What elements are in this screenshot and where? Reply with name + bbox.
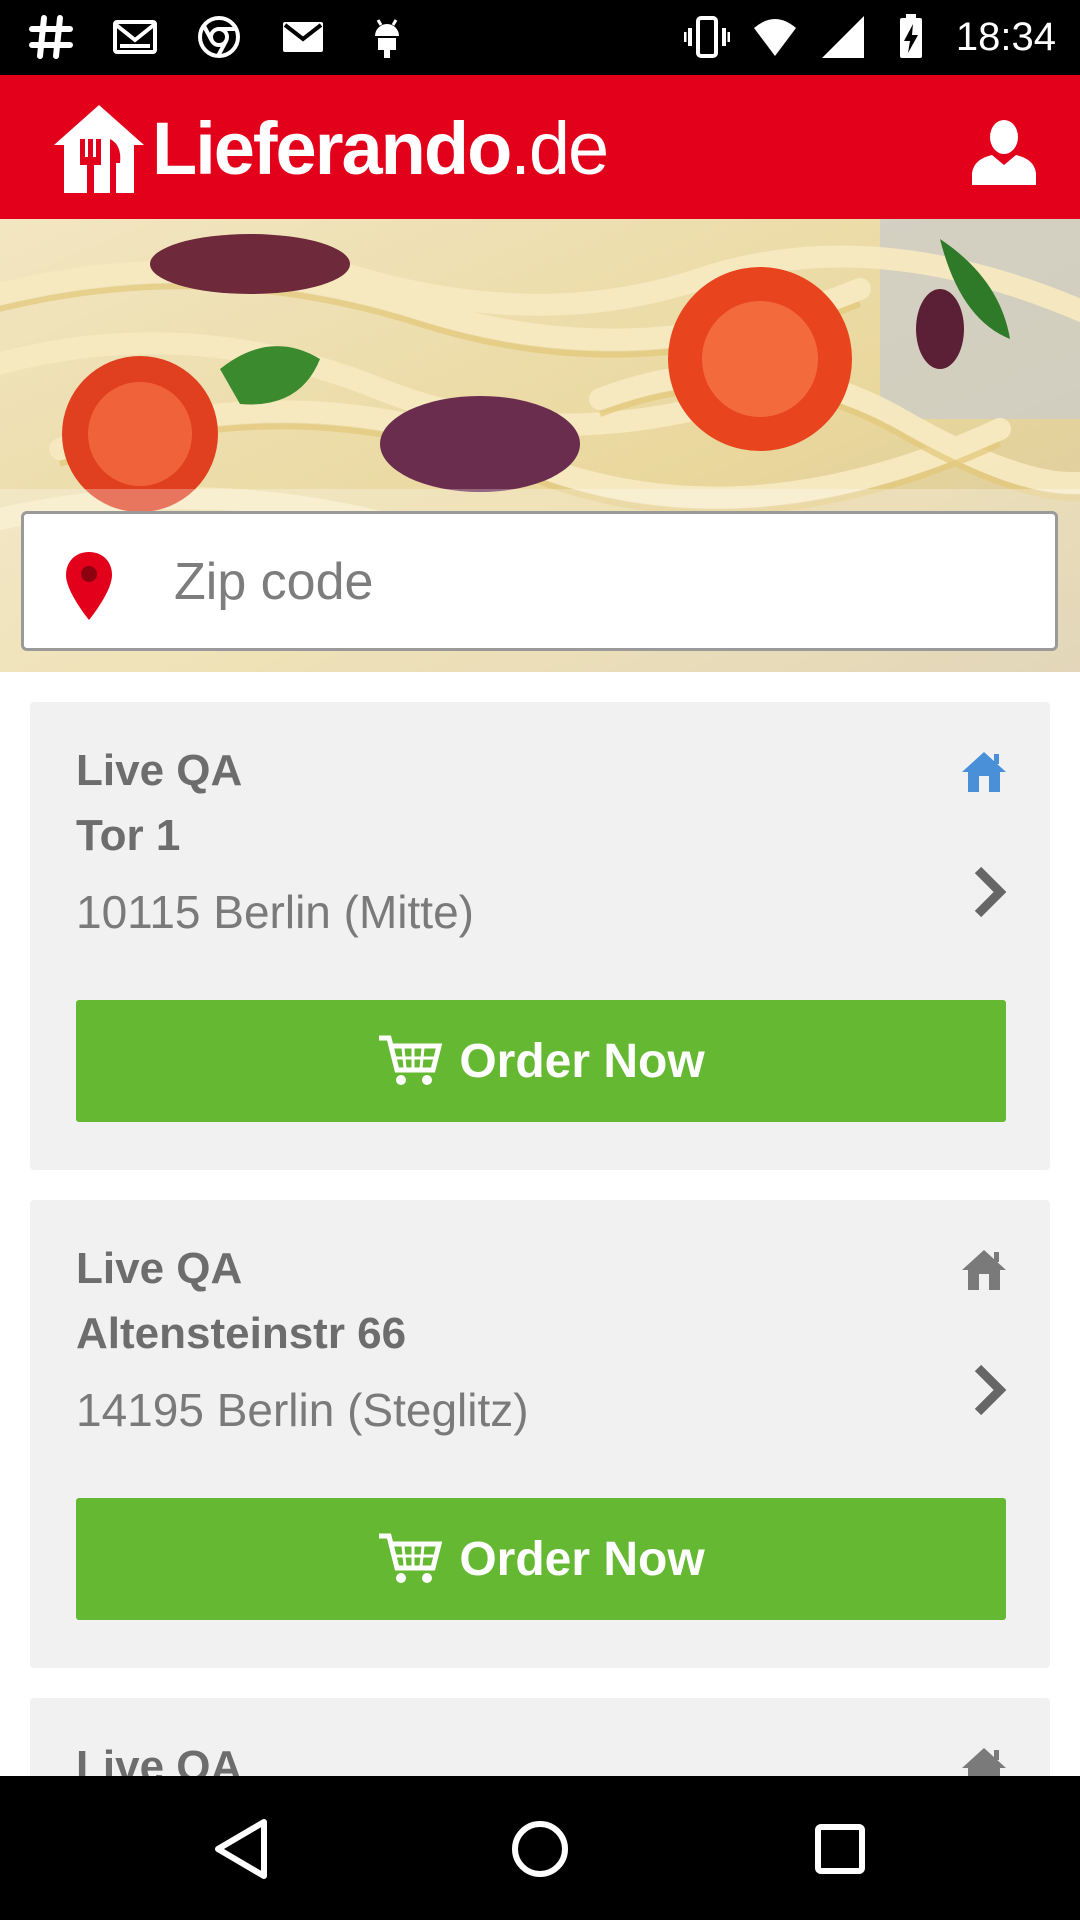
shopping-cart-icon — [379, 1533, 443, 1583]
lieferando-logo[interactable]: Lieferando.de — [50, 101, 609, 197]
system-icons: 18:34 — [683, 12, 1056, 62]
zip-code-search[interactable] — [21, 511, 1058, 651]
restaurant-name: Live QA — [76, 1742, 243, 1776]
app-header: Lieferando.de — [0, 75, 1080, 219]
order-now-button[interactable]: Order Now — [76, 1000, 1006, 1122]
battery-charging-icon — [899, 14, 922, 58]
restaurant-name-block: Live QA Altensteinstr 66 — [76, 1236, 406, 1366]
restaurant-name-block: Live QA Tor 1 — [76, 738, 242, 868]
hashtag-icon — [29, 15, 73, 59]
gmail-icon — [113, 20, 157, 54]
recent-apps-icon[interactable] — [805, 1814, 875, 1884]
home-icon — [962, 1250, 1006, 1290]
logo-main-text: Lieferando — [152, 107, 512, 190]
restaurant-card[interactable]: Live QA Altensteinstr 66 14195 Berlin (S… — [30, 1200, 1050, 1668]
restaurant-card[interactable]: Live QA — [30, 1698, 1050, 1776]
home-icon — [962, 1748, 1006, 1776]
user-account-icon[interactable] — [968, 115, 1040, 187]
restaurant-address: 10115 Berlin (Mitte) — [76, 886, 474, 938]
restaurant-street: Altensteinstr 66 — [76, 1309, 407, 1358]
restaurant-address: 14195 Berlin (Steglitz) — [76, 1384, 529, 1436]
back-icon[interactable] — [206, 1814, 276, 1884]
notification-icons — [28, 14, 410, 60]
home-circle-icon[interactable] — [505, 1814, 575, 1884]
restaurant-name: Live QA — [76, 746, 243, 795]
shopping-cart-icon — [379, 1035, 443, 1085]
home-icon — [962, 752, 1006, 792]
chevron-right-icon[interactable] — [970, 864, 1008, 920]
zip-code-input[interactable] — [174, 534, 1034, 630]
signal-icon — [821, 16, 864, 58]
vibrate-icon — [683, 16, 730, 58]
navigation-bar — [0, 1776, 1080, 1920]
chrome-icon — [198, 16, 240, 58]
logo-text: Lieferando.de — [152, 101, 609, 197]
restaurant-card[interactable]: Live QA Tor 1 10115 Berlin (Mitte) Order… — [30, 702, 1050, 1170]
restaurant-street: Tor 1 — [76, 811, 181, 860]
order-now-label: Order Now — [459, 1034, 705, 1088]
restaurant-name-block: Live QA — [76, 1734, 242, 1776]
wifi-icon — [753, 19, 796, 56]
android-icon — [375, 19, 399, 58]
order-now-button[interactable]: Order Now — [76, 1498, 1006, 1620]
location-pin-icon — [66, 552, 112, 620]
chevron-right-icon[interactable] — [970, 1362, 1008, 1418]
order-now-label: Order Now — [459, 1532, 705, 1586]
restaurant-name: Live QA — [76, 1244, 243, 1293]
status-bar: 18:34 — [0, 0, 1080, 75]
house-fork-knife-icon — [54, 105, 144, 193]
mail-icon — [283, 22, 323, 52]
clock: 18:34 — [955, 15, 1056, 59]
logo-tld-text: .de — [510, 107, 609, 190]
